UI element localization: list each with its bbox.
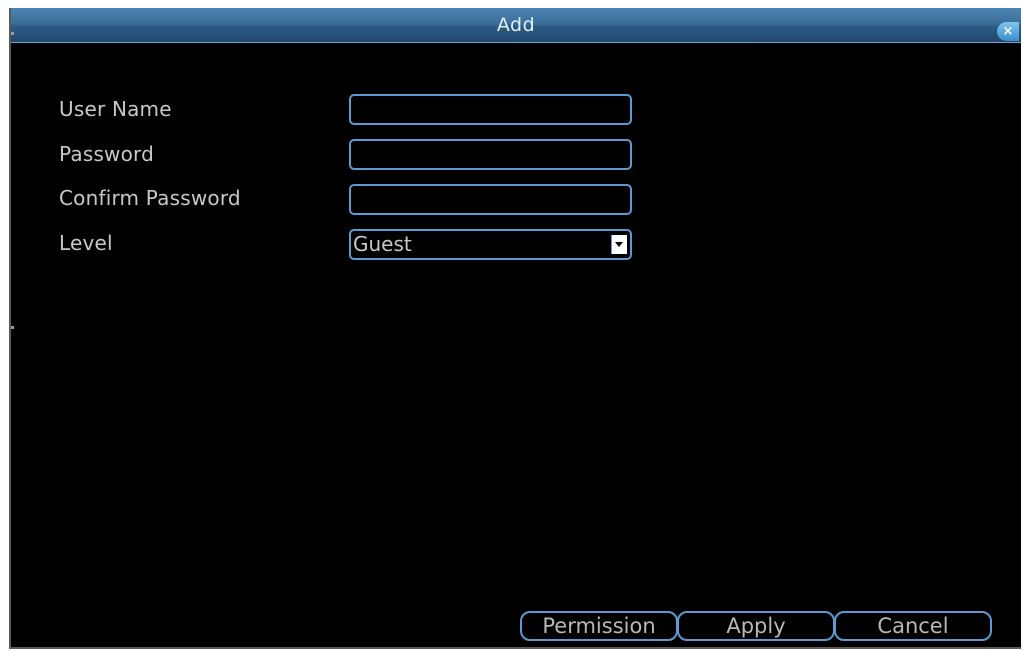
level-select[interactable]: Guest <box>349 229 632 260</box>
apply-button[interactable]: Apply <box>677 611 835 641</box>
password-label: Password <box>59 142 155 166</box>
permission-button[interactable]: Permission <box>520 611 678 641</box>
username-input[interactable] <box>349 94 632 125</box>
level-selected-value: Guest <box>353 232 412 256</box>
username-label: User Name <box>59 97 172 121</box>
level-label: Level <box>59 231 113 255</box>
password-input[interactable] <box>349 139 632 170</box>
chevron-down-icon[interactable] <box>611 235 627 254</box>
close-icon[interactable]: × <box>997 22 1019 41</box>
confirm-password-label: Confirm Password <box>59 186 241 210</box>
divider <box>11 32 14 35</box>
divider <box>11 326 14 329</box>
dialog-titlebar[interactable]: Add × <box>11 8 1021 43</box>
cancel-button[interactable]: Cancel <box>834 611 992 641</box>
dialog-title: Add <box>496 14 536 36</box>
add-user-dialog: Add × User Name Password Confirm Passwor… <box>9 8 1021 649</box>
confirm-password-input[interactable] <box>349 184 632 215</box>
